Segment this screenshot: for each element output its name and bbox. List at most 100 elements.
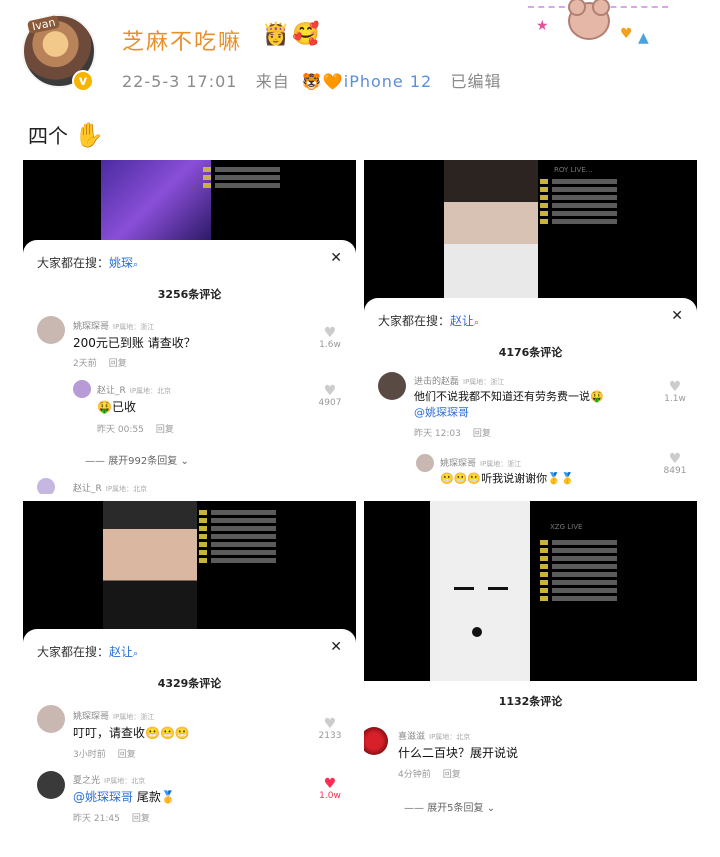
comment-avatar[interactable] bbox=[37, 705, 65, 733]
heart-icon: ♥ bbox=[668, 379, 682, 395]
bear-decoration-icon bbox=[568, 0, 610, 40]
search-keyword[interactable]: 赵让 bbox=[109, 645, 133, 659]
username[interactable]: 芝麻不吃嘛 bbox=[122, 24, 242, 56]
comment-count: 4329条评论 bbox=[157, 677, 222, 690]
like-button[interactable]: ♥ 1.6w bbox=[312, 326, 348, 350]
live-video-frame bbox=[444, 160, 538, 300]
search-suggestion[interactable]: 大家都在搜：赵让⌕ bbox=[378, 312, 479, 329]
comment-author[interactable]: 进击的赵磊 IP属地：浙江 bbox=[414, 374, 504, 387]
reply-author[interactable]: 姚琛琛哥 IP属地：浙江 bbox=[440, 456, 521, 469]
like-button-liked[interactable]: ♥ 1.0w bbox=[312, 777, 348, 801]
comment-avatar[interactable] bbox=[378, 372, 406, 400]
comment-author[interactable]: 夏之光 IP属地：北京 bbox=[73, 773, 145, 786]
face-emoji-icon: 🥰 bbox=[292, 22, 320, 47]
comment-time: 昨天 21:45 回复 bbox=[73, 814, 150, 824]
party-hat-icon: ▲ bbox=[638, 30, 649, 46]
device-emoji-icon: 🐯🧡 bbox=[301, 72, 344, 91]
comment-mention[interactable]: @姚琛琛哥 bbox=[414, 404, 469, 420]
reply-button[interactable]: 回复 bbox=[156, 425, 174, 435]
comment-sheet: 大家都在搜：姚琛⌕ ✕ 3256条评论 姚琛琛哥 IP属地：浙江 200元已到账 … bbox=[23, 240, 356, 494]
screenshot-1[interactable]: 大家都在搜：姚琛⌕ ✕ 3256条评论 姚琛琛哥 IP属地：浙江 200元已到账 … bbox=[23, 160, 356, 494]
card-decoration: ★ ♥ ▲ bbox=[528, 0, 668, 56]
heart-icon: ♥ bbox=[323, 325, 337, 341]
comment-author[interactable]: 姚琛琛哥 IP属地：浙江 bbox=[73, 319, 154, 332]
comment-avatar[interactable] bbox=[364, 727, 388, 755]
live-video-frame bbox=[101, 160, 211, 240]
comment-sheet: 大家都在搜：赵让⌕ ✕ 4176条评论 进击的赵磊 IP属地：浙江 他们不说我都不… bbox=[364, 298, 697, 494]
search-keyword[interactable]: 姚琛 bbox=[109, 256, 133, 270]
reply-button[interactable]: 回复 bbox=[443, 770, 461, 780]
post-text-content: 四个 bbox=[28, 124, 68, 148]
raised-hand-emoji-icon: ✋ bbox=[74, 121, 105, 149]
comment-avatar[interactable] bbox=[37, 316, 65, 344]
search-icon: ⌕ bbox=[133, 649, 139, 659]
like-button[interactable]: ♥ 4907 bbox=[312, 384, 348, 408]
heart-ornament-icon: ♥ bbox=[620, 26, 633, 42]
screenshot-4[interactable]: XZG LIVE 1132条评论 喜滋滋 IP属地：北京 什么二百块？展开说说 4… bbox=[364, 501, 697, 828]
comment-text: 叮叮，请查收😬😬😬 bbox=[73, 726, 190, 740]
reply-button[interactable]: 回复 bbox=[473, 429, 491, 439]
comment-text: 什么二百块？展开说说 bbox=[398, 746, 519, 760]
heart-icon: ♥ bbox=[323, 776, 337, 792]
live-room-title: ROY LIVE... bbox=[554, 166, 593, 174]
comment-text: @姚琛琛哥 尾款🥇 bbox=[73, 790, 176, 804]
like-button[interactable]: ♥ 2133 bbox=[312, 717, 348, 741]
search-label: 大家都在搜： bbox=[378, 314, 451, 328]
edited-label[interactable]: 已编辑 bbox=[450, 72, 501, 91]
post-text: 四个 ✋ bbox=[28, 120, 104, 149]
eyebrow-right bbox=[488, 587, 508, 590]
comment-count: 3256条评论 bbox=[157, 288, 222, 301]
reply-time: 昨天 00:55 回复 bbox=[97, 425, 174, 435]
heart-icon: ♥ bbox=[323, 716, 337, 732]
comment-text: 200元已到账 请查收？ bbox=[73, 336, 196, 350]
comment-text: 他们不说我都不知道还有劳务费一说🤑 bbox=[414, 390, 604, 403]
reply-text: 🤑已收 bbox=[97, 400, 136, 414]
close-icon[interactable]: ✕ bbox=[330, 250, 342, 266]
gift-list bbox=[203, 164, 313, 191]
reply-avatar[interactable] bbox=[416, 454, 434, 472]
search-suggestion[interactable]: 大家都在搜：姚琛⌕ bbox=[37, 254, 138, 271]
expand-replies-button[interactable]: —— 展开5条回复 ⌄ bbox=[404, 799, 495, 814]
search-icon: ⌕ bbox=[133, 260, 139, 270]
comment-sheet: 大家都在搜：赵让⌕ ✕ 4329条评论 姚琛琛哥 IP属地：浙江 叮叮，请查收😬😬… bbox=[23, 629, 356, 828]
screenshot-2[interactable]: ROY LIVE... 大家都在搜：赵让⌕ ✕ 4176条评论 进击的赵磊 IP属… bbox=[364, 160, 697, 494]
comment-author[interactable]: 赵让_R IP属地：北京 bbox=[73, 481, 147, 494]
vip-badge-icon: v bbox=[72, 70, 94, 92]
like-button[interactable]: ♥ 8491 bbox=[657, 452, 693, 476]
screenshot-3[interactable]: 大家都在搜：赵让⌕ ✕ 4329条评论 姚琛琛哥 IP属地：浙江 叮叮，请查收😬😬… bbox=[23, 501, 356, 828]
gift-list bbox=[540, 537, 650, 604]
close-icon[interactable]: ✕ bbox=[671, 308, 683, 324]
heart-icon: ♥ bbox=[323, 383, 337, 399]
from-label: 来自 bbox=[255, 72, 290, 91]
reply-author[interactable]: 赵让_R IP属地：北京 bbox=[97, 383, 171, 396]
reply-text: 😬😬😬听我说谢谢你🥇🥇 bbox=[440, 472, 575, 485]
gift-list bbox=[540, 176, 650, 227]
crown-emoji-icon: 👸 bbox=[262, 22, 290, 47]
expand-replies-button[interactable]: —— 展开992条回复 ⌄ bbox=[85, 452, 189, 467]
eyebrow-left bbox=[454, 587, 474, 590]
comment-avatar[interactable] bbox=[37, 478, 55, 494]
reply-button[interactable]: 回复 bbox=[118, 750, 136, 760]
comment-author[interactable]: 喜滋滋 IP属地：北京 bbox=[398, 729, 470, 742]
gift-list bbox=[199, 507, 309, 566]
reply-button[interactable]: 回复 bbox=[109, 359, 127, 369]
search-suggestion[interactable]: 大家都在搜：赵让⌕ bbox=[37, 643, 138, 660]
close-icon[interactable]: ✕ bbox=[330, 639, 342, 655]
star-ornament-icon: ★ bbox=[536, 18, 549, 34]
comment-time: 2天前 回复 bbox=[73, 359, 127, 369]
reply-avatar[interactable] bbox=[73, 380, 91, 398]
live-video-frame bbox=[430, 501, 530, 681]
live-room-title: XZG LIVE bbox=[550, 523, 583, 531]
comment-count: 4176条评论 bbox=[498, 346, 563, 359]
search-keyword[interactable]: 赵让 bbox=[450, 314, 474, 328]
device-name[interactable]: iPhone 12 bbox=[344, 72, 432, 91]
comment-author[interactable]: 姚琛琛哥 IP属地：浙江 bbox=[73, 709, 154, 722]
like-button[interactable]: ♥ 1.1w bbox=[657, 380, 693, 404]
comment-time: 3小时前 回复 bbox=[73, 750, 136, 760]
reply-button[interactable]: 回复 bbox=[132, 814, 150, 824]
search-label: 大家都在搜： bbox=[37, 645, 110, 659]
comment-avatar[interactable] bbox=[37, 771, 65, 799]
live-video-frame bbox=[103, 501, 197, 629]
comment-time: 4分钟前 回复 bbox=[398, 770, 461, 780]
comment-mention[interactable]: @姚琛琛哥 bbox=[73, 790, 133, 804]
